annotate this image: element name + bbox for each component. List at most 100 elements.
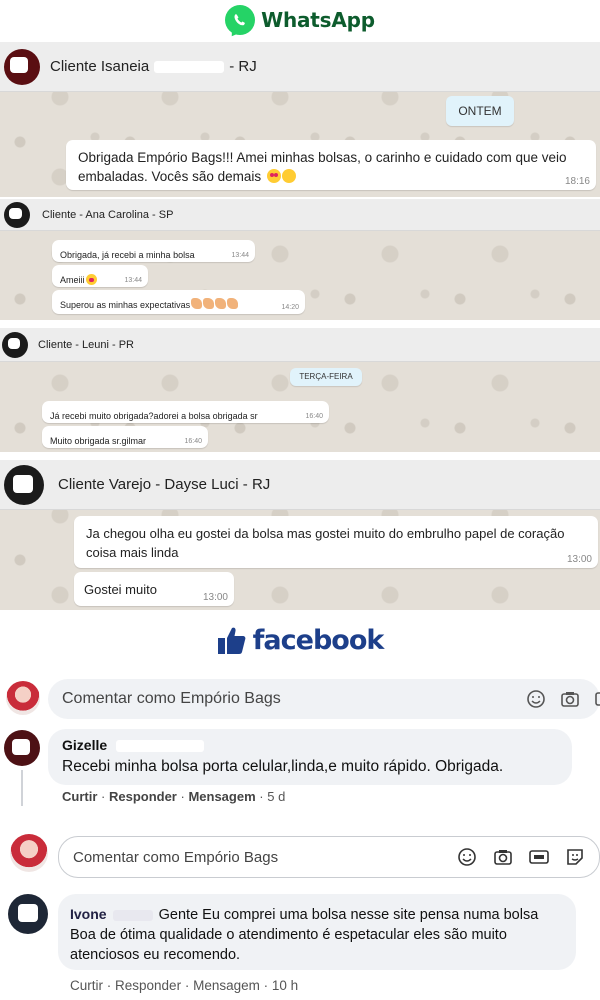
- camera-icon[interactable]: [560, 689, 580, 709]
- redaction: [154, 60, 225, 73]
- contact-name: Cliente Varejo - Dayse Luci - RJ: [58, 476, 271, 493]
- comment-actions: Curtir · Responder · Mensagem · 5 d: [62, 789, 285, 804]
- message-time: 16:40: [305, 413, 323, 420]
- message-text: Ameiii: [60, 275, 85, 285]
- commenter-avatar[interactable]: [4, 730, 40, 766]
- clapping-hands-emoji-icon: [227, 298, 239, 309]
- chat-leuni: Cliente - Leuni - PR TERÇA-FEIRA Já rece…: [0, 328, 600, 452]
- contact-name: Cliente - Leuni - PR: [38, 338, 134, 351]
- chat-header[interactable]: Cliente - Ana Carolina - SP: [0, 199, 600, 231]
- comment-placeholder: Comentar como Empório Bags: [73, 848, 279, 866]
- separator: ·: [263, 978, 272, 993]
- avatar[interactable]: [4, 464, 44, 505]
- contact-name: Cliente Isaneia: [50, 58, 150, 75]
- message-time: 14:20: [281, 304, 299, 311]
- facebook-brand-name: facebook: [252, 624, 385, 656]
- whatsapp-brand-name: WhatsApp: [261, 8, 375, 32]
- like-link[interactable]: Curtir: [70, 978, 103, 993]
- kiss-emoji-icon: [281, 169, 296, 183]
- redaction: [115, 739, 204, 752]
- message-time: 18:16: [564, 176, 590, 187]
- avatar[interactable]: [4, 48, 40, 85]
- chat-header[interactable]: Cliente Varejo - Dayse Luci - RJ: [0, 460, 600, 510]
- thread-line: [21, 770, 23, 806]
- message-link[interactable]: Mensagem: [188, 789, 255, 804]
- date-separator: ONTEM: [446, 96, 514, 126]
- separator: ·: [106, 978, 116, 993]
- chat-ana-carolina: Cliente - Ana Carolina - SP Obrigada, já…: [0, 199, 600, 320]
- message-time: 13:44: [124, 277, 142, 284]
- commenter-name[interactable]: Gizelle: [62, 737, 107, 753]
- redaction: [12, 739, 30, 755]
- emoji-icon[interactable]: [457, 847, 477, 867]
- contact-name: Cliente - Ana Carolina - SP: [42, 208, 174, 221]
- message-time: 13:00: [202, 592, 228, 603]
- message-time: 13:44: [231, 252, 249, 259]
- comment-age: 10 h: [271, 978, 299, 993]
- clapping-hands-emoji-icon: [215, 298, 227, 309]
- message-text: Muito obrigada sr.gilmar: [50, 436, 147, 446]
- message-link[interactable]: Mensagem: [193, 978, 260, 993]
- facebook-brand: facebook: [0, 618, 600, 662]
- message-bubble[interactable]: Ameiii 13:44: [52, 265, 148, 287]
- message-time: 16:40: [184, 438, 202, 445]
- reply-link[interactable]: Responder: [115, 978, 181, 993]
- chat-isaneia: Cliente Isaneia - RJ ONTEM Obrigada Empó…: [0, 42, 600, 197]
- message-text: Já recebi muito obrigada?adorei a bolsa …: [50, 411, 258, 421]
- avatar[interactable]: [2, 331, 28, 358]
- comment-tools: [526, 689, 600, 709]
- comment-bubble[interactable]: Gizelle Recebi minha bolsa porta celular…: [48, 729, 572, 785]
- message-bubble[interactable]: Obrigada, já recebi a minha bolsa 13:44: [52, 240, 255, 262]
- redaction: [112, 909, 153, 921]
- like-link[interactable]: Curtir: [62, 789, 97, 804]
- comment-placeholder: Comentar como Empório Bags: [62, 690, 281, 707]
- heart-eyes-emoji-icon: [266, 169, 281, 183]
- chat-header[interactable]: Cliente Isaneia - RJ: [0, 42, 600, 92]
- comment-bubble[interactable]: Ivone Gente Eu comprei uma bolsa nesse s…: [58, 894, 576, 970]
- comment-age: 5 d: [267, 789, 286, 804]
- redaction: [8, 337, 20, 349]
- page-avatar[interactable]: [10, 834, 48, 872]
- redaction: [18, 904, 38, 922]
- sticker-icon[interactable]: [565, 847, 585, 867]
- contact-suffix: - RJ: [229, 58, 257, 75]
- separator: ·: [184, 978, 194, 993]
- redaction: [10, 56, 28, 73]
- comment-actions: Curtir · Responder · Mensagem · 10 h: [70, 978, 298, 993]
- message-bubble[interactable]: Ja chegou olha eu gostei da bolsa mas go…: [74, 516, 598, 568]
- reply-link[interactable]: Responder: [109, 789, 177, 804]
- redaction: [9, 207, 22, 219]
- whatsapp-logo-icon: [225, 5, 256, 35]
- heart-eyes-emoji-icon: [85, 274, 97, 285]
- message-text: Obrigada Empório Bags!!! Amei minhas bol…: [78, 150, 567, 184]
- message-time: 13:00: [566, 554, 592, 565]
- message-bubble[interactable]: Já recebi muito obrigada?adorei a bolsa …: [42, 401, 329, 423]
- commenter-name[interactable]: Ivone: [70, 906, 107, 922]
- page-avatar[interactable]: [6, 681, 40, 715]
- comment-text: Recebi minha bolsa porta celular,linda,e…: [62, 758, 504, 775]
- avatar[interactable]: [4, 201, 30, 228]
- clapping-hands-emoji-icon: [203, 298, 215, 309]
- message-text: Obrigada, já recebi a minha bolsa: [60, 250, 195, 260]
- comment-input[interactable]: Comentar como Empório Bags: [58, 836, 600, 878]
- separator: ·: [101, 789, 109, 804]
- commenter-avatar[interactable]: [8, 894, 48, 934]
- facebook-thumbs-up-icon: [217, 625, 247, 655]
- message-text: Ja chegou olha eu gostei da bolsa mas go…: [86, 526, 565, 560]
- message-bubble[interactable]: Muito obrigada sr.gilmar 16:40: [42, 426, 208, 448]
- redaction: [13, 474, 33, 493]
- clapping-hands-emoji-icon: [191, 298, 203, 309]
- message-bubble[interactable]: Obrigada Empório Bags!!! Amei minhas bol…: [66, 140, 596, 190]
- gif-icon[interactable]: [529, 847, 549, 867]
- message-bubble[interactable]: Superou as minhas expectativas 14:20: [52, 290, 305, 314]
- message-text: Gostei muito: [84, 582, 157, 597]
- camera-icon[interactable]: [493, 847, 513, 867]
- comment-input[interactable]: Comentar como Empório Bags: [48, 679, 600, 719]
- message-text: Superou as minhas expectativas: [60, 300, 191, 310]
- date-separator: TERÇA-FEIRA: [290, 368, 362, 386]
- chat-header[interactable]: Cliente - Leuni - PR: [0, 328, 600, 362]
- message-bubble[interactable]: Gostei muito 13:00: [74, 572, 234, 606]
- comment-tools: [457, 847, 585, 867]
- emoji-icon[interactable]: [526, 689, 546, 709]
- gif-icon[interactable]: [594, 689, 600, 709]
